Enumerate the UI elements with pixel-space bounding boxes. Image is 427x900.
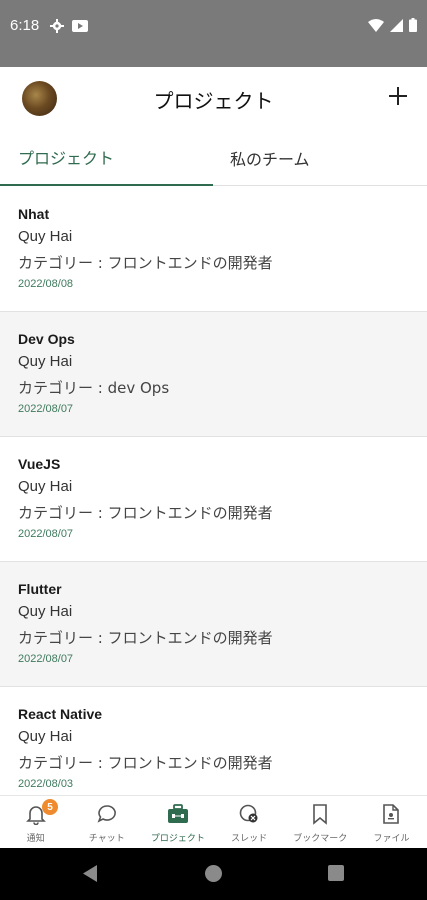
briefcase-icon: [165, 802, 191, 826]
project-category: カテゴリー : フロントエンドの開発者: [18, 254, 273, 272]
project-owner: Quy Hai: [18, 728, 73, 745]
nav-label: プロジェクト: [150, 834, 205, 844]
home-icon[interactable]: [205, 865, 222, 882]
page-title: プロジェクト: [153, 89, 274, 113]
file-icon: [378, 802, 404, 826]
project-item[interactable]: Nhat Quy Hai カテゴリー : フロントエンドの開発者 2022/08…: [0, 187, 427, 312]
project-owner: Quy Hai: [18, 603, 73, 620]
project-owner: Quy Hai: [18, 478, 73, 495]
bottom-nav: 5 通知 チャット プロジェクト スレッド ブックマーク ファイル: [0, 795, 427, 848]
nav-projects[interactable]: プロジェクト: [142, 796, 213, 848]
nav-notifications[interactable]: 5 通知: [0, 796, 71, 848]
status-left-icons: [50, 19, 88, 33]
notification-badge: 5: [42, 799, 58, 815]
back-icon[interactable]: [82, 865, 98, 882]
nav-files[interactable]: ファイル: [356, 796, 427, 848]
nav-label: スレッド: [231, 834, 268, 844]
nav-label: 通知: [26, 834, 45, 844]
project-item[interactable]: VueJS Quy Hai カテゴリー : フロントエンドの開発者 2022/0…: [0, 437, 427, 562]
project-category: カテゴリー : フロントエンドの開発者: [18, 504, 273, 522]
wifi-icon: [368, 18, 384, 32]
youtube-icon: [72, 20, 88, 32]
recents-icon[interactable]: [328, 865, 344, 881]
project-date: 2022/08/03: [18, 778, 74, 790]
tab-bar: プロジェクト 私のチーム: [0, 129, 427, 186]
bookmark-icon: [307, 802, 333, 826]
settings-icon: [50, 19, 64, 33]
project-name: React Native: [18, 706, 103, 722]
project-name: VueJS: [18, 456, 61, 472]
project-date: 2022/08/07: [18, 403, 74, 415]
add-project-button[interactable]: [383, 81, 413, 111]
thread-icon: [236, 802, 262, 826]
nav-bookmarks[interactable]: ブックマーク: [285, 796, 356, 848]
project-category: カテゴリー : フロントエンドの開発者: [18, 754, 273, 772]
project-item[interactable]: Dev Ops Quy Hai カテゴリー : dev Ops 2022/08/…: [0, 312, 427, 437]
project-date: 2022/08/07: [18, 528, 74, 540]
system-nav-bar: [0, 848, 427, 900]
battery-icon: [409, 18, 417, 32]
project-item[interactable]: Flutter Quy Hai カテゴリー : フロントエンドの開発者 2022…: [0, 562, 427, 687]
status-right-icons: [368, 18, 417, 32]
chat-icon: [94, 802, 120, 826]
nav-chat[interactable]: チャット: [71, 796, 142, 848]
tab-my-team[interactable]: 私のチーム: [213, 129, 426, 186]
tab-projects[interactable]: プロジェクト: [0, 129, 213, 186]
nav-label: チャット: [88, 834, 125, 844]
project-owner: Quy Hai: [18, 228, 73, 245]
project-list: Nhat Quy Hai カテゴリー : フロントエンドの開発者 2022/08…: [0, 187, 427, 795]
project-owner: Quy Hai: [18, 353, 73, 370]
project-name: Nhat: [18, 206, 50, 222]
nav-label: ブックマーク: [293, 834, 348, 844]
status-bar: 6:18: [0, 0, 427, 67]
project-name: Flutter: [18, 581, 62, 597]
project-date: 2022/08/07: [18, 653, 74, 665]
project-category: カテゴリー : dev Ops: [18, 379, 170, 397]
nav-label: ファイル: [373, 834, 410, 844]
signal-icon: [390, 18, 403, 32]
app-bar: プロジェクト: [0, 67, 427, 129]
project-name: Dev Ops: [18, 331, 75, 347]
project-date: 2022/08/08: [18, 278, 74, 290]
nav-threads[interactable]: スレッド: [214, 796, 285, 848]
status-time: 6:18: [10, 17, 40, 34]
project-category: カテゴリー : フロントエンドの開発者: [18, 629, 273, 647]
project-item[interactable]: React Native Quy Hai カテゴリー : フロントエンドの開発者…: [0, 687, 427, 795]
plus-icon: [389, 87, 407, 105]
